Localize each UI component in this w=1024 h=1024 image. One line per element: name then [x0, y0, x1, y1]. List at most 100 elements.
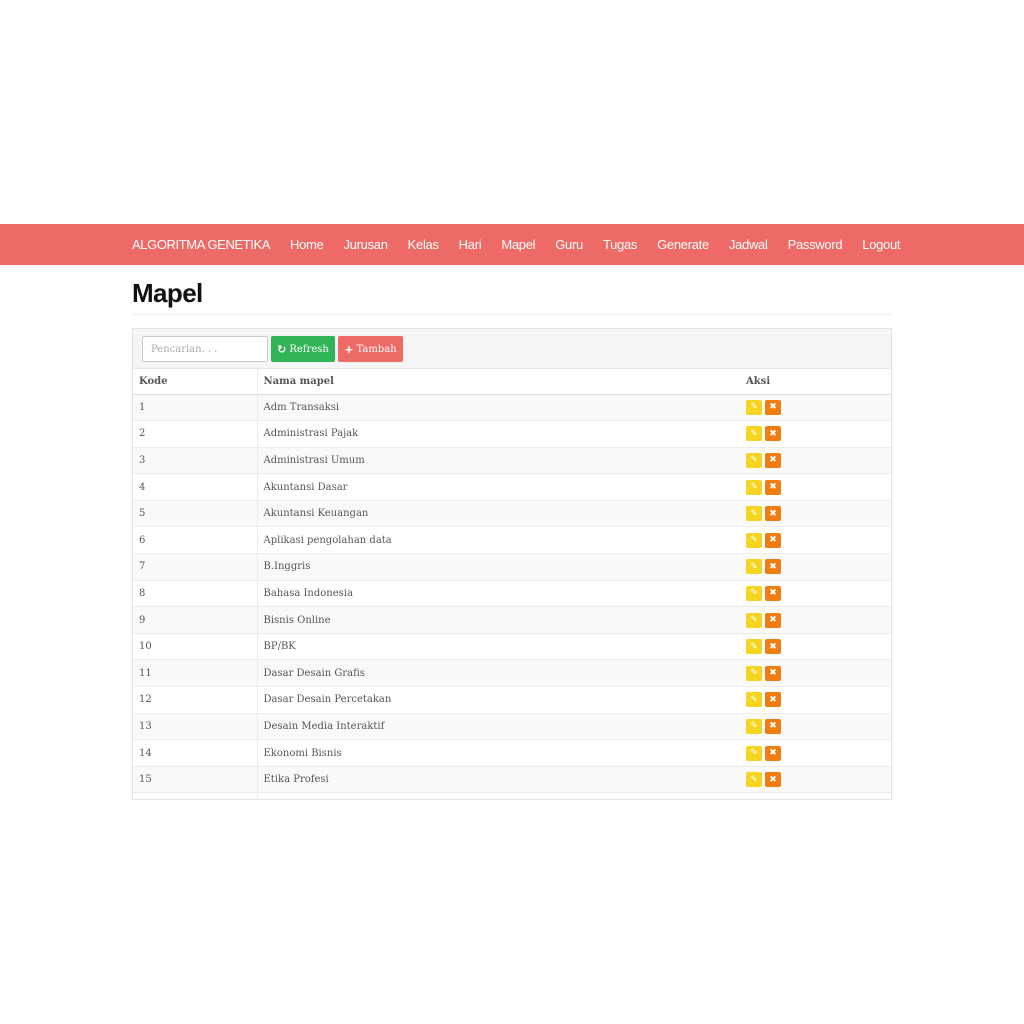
edit-icon: ✎: [750, 588, 758, 599]
cell-aksi: ✎✖: [740, 712, 891, 740]
trash-icon: ✖: [769, 455, 777, 466]
row-actions: ✎✖: [746, 426, 887, 442]
delete-button[interactable]: ✖: [765, 772, 781, 788]
table-row: 3 Administrasi Umum ✎ ✖: [133, 446, 891, 474]
nav-item-logout[interactable]: Logout: [862, 237, 900, 252]
row-actions: ✎✖: [746, 559, 887, 575]
trash-icon: ✖: [769, 774, 777, 785]
cell-nama-mapel: Bahasa Indonesia: [257, 579, 740, 607]
nav-item-tugas[interactable]: Tugas: [603, 237, 637, 252]
table-row: 4 Akuntansi Dasar ✎ ✖: [133, 473, 891, 501]
cell-aksi: ✎✖: [740, 420, 891, 448]
delete-button[interactable]: ✖: [765, 639, 781, 655]
cell-kode: 2: [133, 420, 258, 448]
edit-icon: ✎: [750, 561, 758, 572]
edit-button[interactable]: ✎: [746, 745, 762, 761]
row-actions: ✎✖: [746, 585, 887, 601]
table-row: 12 Dasar Desain Percetakan ✎ ✖: [133, 686, 891, 714]
plus-icon: +: [344, 342, 354, 356]
cell-aksi: ✎✖: [740, 686, 891, 714]
mapel-panel: ↻ Refresh + Tambah Kode Nama mapel Aksi …: [132, 328, 892, 800]
delete-button[interactable]: ✖: [765, 612, 781, 628]
delete-button[interactable]: ✖: [765, 585, 781, 601]
refresh-icon: ↻: [277, 342, 287, 356]
brand-link[interactable]: ALGORITMA GENETIKA: [132, 237, 270, 252]
trash-icon: ✖: [769, 508, 777, 519]
delete-button[interactable]: ✖: [765, 718, 781, 734]
edit-button[interactable]: ✎: [746, 426, 762, 442]
delete-button[interactable]: ✖: [765, 559, 781, 575]
refresh-button[interactable]: ↻ Refresh: [271, 336, 335, 362]
table-row: 11 Dasar Desain Grafis ✎ ✖: [133, 659, 891, 687]
edit-button[interactable]: ✎: [746, 452, 762, 468]
title-divider: [132, 314, 892, 315]
nav-item-mapel[interactable]: Mapel: [501, 237, 535, 252]
delete-button[interactable]: ✖: [765, 506, 781, 522]
table-row: 8 Bahasa Indonesia ✎ ✖: [133, 579, 891, 607]
edit-button[interactable]: ✎: [746, 479, 762, 495]
delete-button[interactable]: ✖: [765, 692, 781, 708]
cell-kode: 10: [133, 632, 258, 660]
row-actions: ✎✖: [746, 745, 887, 761]
edit-button[interactable]: ✎: [746, 665, 762, 681]
nav-item-jadwal[interactable]: Jadwal: [729, 237, 768, 252]
delete-button[interactable]: ✖: [765, 532, 781, 548]
cell-aksi: ✎✖: [740, 792, 891, 799]
cell-kode: 8: [133, 579, 258, 607]
edit-button[interactable]: ✎: [746, 532, 762, 548]
cell-kode: 15: [133, 765, 258, 793]
delete-button[interactable]: ✖: [765, 399, 781, 415]
delete-button[interactable]: ✖: [765, 798, 781, 799]
cell-kode: 11: [133, 659, 258, 687]
nav-item-kelas[interactable]: Kelas: [408, 237, 439, 252]
edit-button[interactable]: ✎: [746, 585, 762, 601]
row-actions: ✎✖: [746, 718, 887, 734]
table-row: 5 Akuntansi Keuangan ✎ ✖: [133, 499, 891, 527]
edit-button[interactable]: ✎: [746, 639, 762, 655]
row-actions: ✎✖: [746, 506, 887, 522]
table-row: 6 Aplikasi pengolahan data ✎ ✖: [133, 526, 891, 554]
nav-item-home[interactable]: Home: [290, 237, 324, 252]
nav-item-password[interactable]: Password: [788, 237, 843, 252]
edit-button[interactable]: ✎: [746, 559, 762, 575]
delete-button[interactable]: ✖: [765, 745, 781, 761]
nav-item-hari[interactable]: Hari: [459, 237, 482, 252]
cell-aksi: ✎✖: [740, 739, 891, 767]
edit-icon: ✎: [750, 428, 758, 439]
trash-icon: ✖: [769, 721, 777, 732]
delete-button[interactable]: ✖: [765, 452, 781, 468]
cell-aksi: ✎✖: [740, 499, 891, 527]
cell-nama-mapel: Dasar Desain Grafis: [257, 659, 740, 687]
trash-icon: ✖: [769, 668, 777, 679]
cell-nama-mapel: Aplikasi pengolahan data: [257, 526, 740, 554]
cell-nama-mapel: Ekonomi Bisnis: [257, 739, 740, 767]
edit-button[interactable]: ✎: [746, 506, 762, 522]
row-actions: ✎✖: [746, 452, 887, 468]
edit-button[interactable]: ✎: [746, 692, 762, 708]
edit-button[interactable]: ✎: [746, 399, 762, 415]
cell-nama-mapel: Etika Profesi: [257, 765, 740, 793]
cell-kode: 7: [133, 553, 258, 581]
table-row: 13 Desain Media Interaktif ✎ ✖: [133, 712, 891, 740]
delete-button[interactable]: ✖: [765, 426, 781, 442]
cell-nama-mapel: Adm Transaksi: [257, 393, 740, 421]
delete-button[interactable]: ✖: [765, 479, 781, 495]
nav-item-generate[interactable]: Generate: [657, 237, 709, 252]
edit-button[interactable]: ✎: [746, 718, 762, 734]
edit-icon: ✎: [750, 402, 758, 413]
cell-kode: 6: [133, 526, 258, 554]
edit-button[interactable]: ✎: [746, 772, 762, 788]
trash-icon: ✖: [769, 694, 777, 705]
page-title: Mapel: [132, 278, 203, 308]
add-button[interactable]: + Tambah: [338, 336, 403, 362]
edit-button[interactable]: ✎: [746, 612, 762, 628]
mapel-table: Kode Nama mapel Aksi 1 Adm Transaksi ✎ ✖ 2 Ad…: [133, 369, 891, 799]
cell-kode: [133, 792, 258, 799]
nav-item-guru[interactable]: Guru: [555, 237, 583, 252]
add-label: Tambah: [356, 343, 397, 355]
search-input[interactable]: [142, 336, 268, 362]
edit-button[interactable]: ✎: [746, 798, 762, 799]
delete-button[interactable]: ✖: [765, 665, 781, 681]
edit-icon: ✎: [750, 535, 758, 546]
nav-item-jurusan[interactable]: Jurusan: [343, 237, 387, 252]
